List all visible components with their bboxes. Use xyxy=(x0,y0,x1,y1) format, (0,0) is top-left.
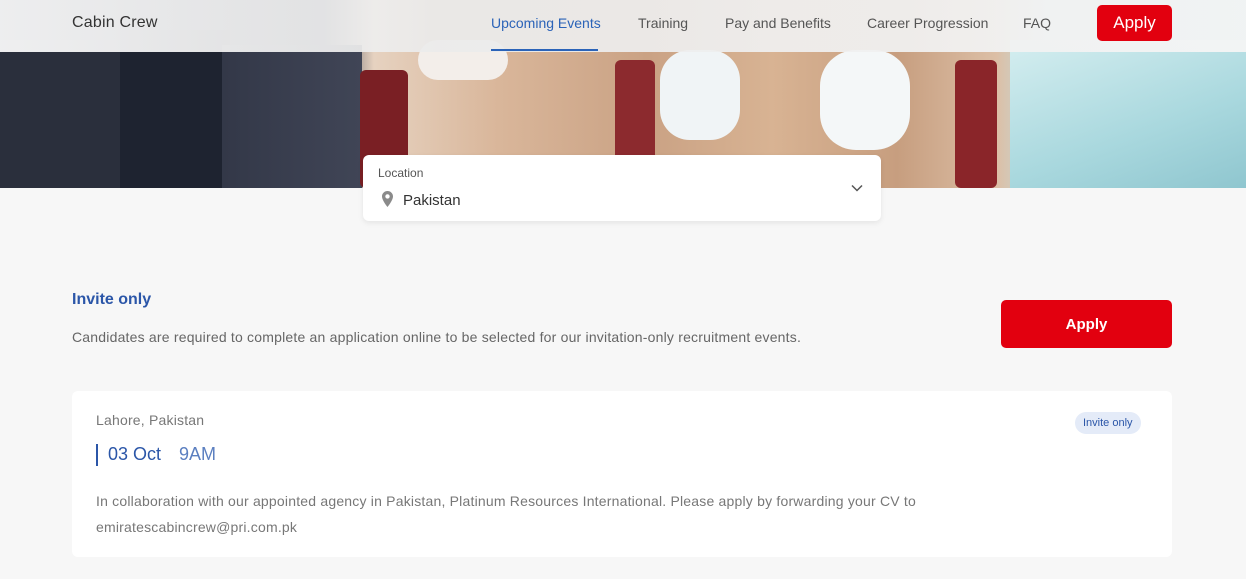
hero-figure xyxy=(0,40,120,188)
brand-link[interactable]: Cabin Crew xyxy=(72,14,158,32)
active-nav-indicator xyxy=(491,49,598,51)
event-description-line: In collaboration with our appointed agen… xyxy=(96,493,916,509)
event-date: 03 Oct xyxy=(108,444,162,464)
location-label: Location xyxy=(378,166,424,180)
chevron-down-icon[interactable] xyxy=(851,183,863,193)
event-location: Lahore, Pakistan xyxy=(96,412,205,428)
event-description: In collaboration with our appointed agen… xyxy=(96,488,1096,540)
invite-only-badge: Invite only xyxy=(1075,412,1141,434)
nav-upcoming-events[interactable]: Upcoming Events xyxy=(491,15,601,31)
nav-training[interactable]: Training xyxy=(638,15,688,31)
nav-career-progression[interactable]: Career Progression xyxy=(867,15,988,31)
invite-only-description: Candidates are required to complete an a… xyxy=(72,329,802,345)
apply-button[interactable]: Apply xyxy=(1001,300,1172,348)
header-apply-button[interactable]: Apply xyxy=(1097,5,1172,41)
nav-faq[interactable]: FAQ xyxy=(1023,15,1051,31)
location-value: Pakistan xyxy=(403,192,461,209)
date-accent-bar xyxy=(96,444,98,466)
hero-handbag xyxy=(955,60,997,188)
hero-figure xyxy=(222,45,362,188)
hero-figure xyxy=(120,30,230,188)
event-time: 9AM xyxy=(179,444,217,464)
nav-pay-and-benefits[interactable]: Pay and Benefits xyxy=(725,15,831,31)
map-pin-icon xyxy=(382,191,393,207)
event-contact-email[interactable]: emiratescabincrew@pri.com.pk xyxy=(96,514,1096,540)
top-navigation-bar: Cabin Crew Upcoming Events Training Pay … xyxy=(0,0,1246,52)
hero-scarf xyxy=(660,50,740,140)
hero-scarf xyxy=(820,50,910,150)
location-select[interactable]: Location Pakistan xyxy=(363,155,881,221)
invite-only-heading: Invite only xyxy=(72,291,152,308)
event-card: Lahore, Pakistan Invite only 03 Oct 9AM … xyxy=(72,391,1172,557)
hero-background-rail xyxy=(1010,40,1246,188)
